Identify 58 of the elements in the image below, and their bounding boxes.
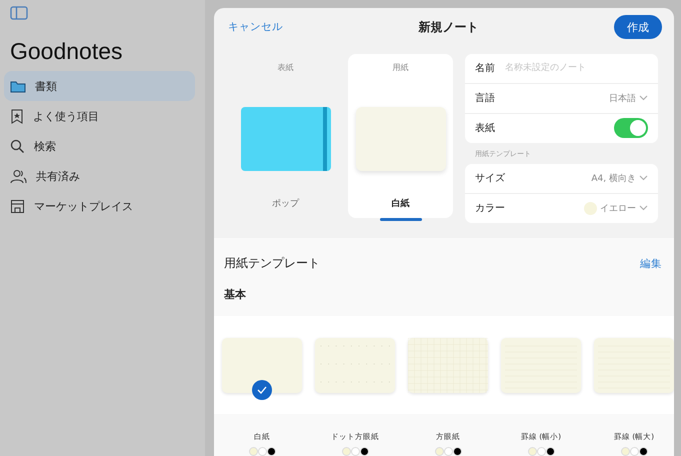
sidebar-item[interactable]: マーケットプレイス [4,191,195,221]
color-dot[interactable] [434,447,444,456]
create-button[interactable]: 作成 [614,15,662,40]
preview-heading: 用紙 [392,62,408,73]
color-dot[interactable] [444,447,452,456]
color-dot[interactable] [546,447,554,456]
preview-tab[interactable]: 用紙 白紙 [348,54,453,218]
color-dot[interactable] [258,447,266,456]
app-title: Goodnotes [10,38,124,65]
selection-underline [380,218,422,221]
name-input-field[interactable]: 名称未設定のノート [503,62,648,74]
sidebar-toggle-icon[interactable] [10,6,28,20]
color-dot[interactable] [266,447,276,456]
field-label: 表紙 [475,122,495,136]
people-icon [10,168,27,184]
template-thumbnail[interactable] [315,338,395,392]
group-title: 基本 [224,287,247,302]
template-thumbnail[interactable] [408,338,488,392]
template-thumbnail[interactable] [501,338,581,392]
cover-toggle[interactable] [614,118,648,138]
color-dot[interactable] [342,447,350,456]
preview-tab[interactable]: 表紙 ポップ [233,54,338,218]
size-value[interactable]: A4, 横向き [591,172,636,185]
edit-link[interactable]: 編集 [640,256,662,270]
field-label: 言語 [475,92,495,106]
sidebar-item[interactable]: 書類 [4,71,195,101]
chevron-down-icon [639,205,648,212]
color-dot[interactable] [350,447,360,456]
sidebar-item[interactable]: 検索 [4,131,195,161]
color-dot[interactable] [360,447,368,456]
color-dot[interactable] [536,447,546,456]
template-thumbnail[interactable] [594,338,674,392]
search-icon [10,138,25,154]
bookmark-star-icon [10,108,24,124]
color-dot[interactable] [638,447,648,456]
sidebar-item[interactable]: よく使う項目 [4,101,195,131]
chevron-down-icon [639,95,648,102]
cancel-link[interactable]: キャンセル [228,20,283,34]
language-value[interactable]: 日本語 [609,92,636,105]
field-label: カラー [475,202,505,216]
section-title: 用紙テンプレート [224,255,320,272]
folder-icon [10,80,26,92]
color-dot[interactable] [630,447,638,456]
chevron-down-icon [639,175,648,182]
color-value[interactable]: イエロー [600,202,636,215]
preview-name: 白紙 [392,198,410,210]
color-dot[interactable] [528,447,536,456]
template-thumbnail[interactable] [222,338,302,392]
color-dot[interactable] [452,447,462,456]
field-label: サイズ [475,172,505,186]
sidebar-item[interactable]: 共有済み [4,161,195,191]
preview-heading: 表紙 [278,62,294,73]
dialog-title: 新規ノート [418,18,478,36]
color-dot[interactable] [620,447,630,456]
field-label: 名前 [475,62,495,76]
preview-name: ポップ [272,197,299,210]
color-dot[interactable] [248,447,258,456]
store-icon [10,198,25,214]
